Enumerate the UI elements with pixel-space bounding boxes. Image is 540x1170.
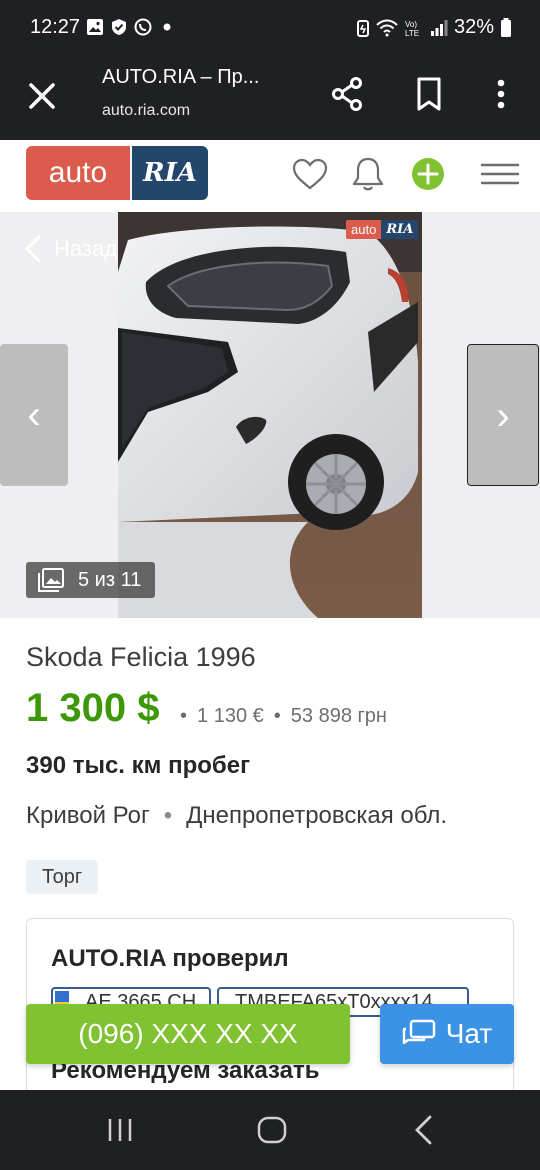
system-nav-bar [0,1090,540,1170]
status-time: 12:27 [30,16,81,38]
city: Кривой Рог [26,802,150,829]
bookmark-icon[interactable] [410,74,450,114]
shield-icon [112,19,126,35]
more-menu-icon[interactable] [484,74,518,114]
bullet: • [163,802,173,829]
chat-label: Чат [445,1018,493,1049]
price-alternatives: • 1 130 € • 53 898 грн [180,705,387,728]
browser-toolbar: AUTO.RIA – Пр... auto.ria.com [0,56,540,140]
battery-percent: 32% [453,16,494,38]
photo-watermark: auto RIA [346,220,419,239]
notifications-bell-icon[interactable] [348,154,388,194]
close-icon[interactable] [22,76,62,116]
viber-icon [134,18,152,36]
home-icon[interactable] [252,1110,292,1150]
photo-counter: 5 из 11 [26,562,156,598]
price-eur: 1 130 € [197,705,264,727]
price-uah: 53 898 грн [290,705,387,727]
watermark-ria: RIA [381,220,419,239]
check-card-title: AUTO.RIA проверил [51,945,289,972]
battery-icon [501,17,511,37]
battery-saver-icon [356,19,369,37]
region: Днепропетровская обл. [186,802,448,829]
site-header: auto RIA [0,140,540,212]
price-usd: 1 300 $ [26,686,160,730]
page-title: AUTO.RIA – Пр... [102,66,260,88]
photo-gallery[interactable]: auto RIA Назад ‹ › 5 из 11 [0,212,540,618]
watermark-auto: auto [346,220,382,239]
status-bar: 12:27 Vo) LTE 32% [0,0,540,56]
add-listing-plus-icon[interactable] [408,154,448,194]
svg-text:LTE: LTE [405,29,419,37]
dot-icon [163,23,171,31]
next-photo-button[interactable]: › [467,344,539,486]
back-nav-icon[interactable] [404,1110,444,1150]
signal-icon [430,19,448,36]
logo-ria-part: RIA [132,146,208,200]
bullet: • [273,705,281,727]
prev-photo-button[interactable]: ‹ [0,344,68,486]
share-icon[interactable] [328,74,368,114]
mileage: 390 тыс. км пробег [26,752,251,779]
chat-button[interactable]: Чат [380,1004,514,1064]
recent-apps-icon[interactable] [100,1110,140,1150]
svg-text:Vo): Vo) [405,20,417,29]
car-photo[interactable] [118,212,422,618]
listing-title: Skoda Felicia 1996 [26,642,256,672]
back-label: Назад [54,236,118,261]
wifi-icon [376,19,398,36]
page-url: auto.ria.com [102,102,191,119]
logo-auto-part: auto [26,146,130,200]
location: Кривой Рог • Днепропетровская обл. [26,802,447,830]
call-button[interactable]: (096) XXX XX XX [26,1004,350,1064]
hamburger-menu-icon[interactable] [478,154,522,194]
status-right: Vo) LTE 32% [356,16,512,39]
bargain-tag: Торг [26,860,99,894]
gallery-icon [87,19,103,35]
back-link[interactable]: Назад [24,234,117,264]
chat-icon [402,1019,435,1045]
chevron-left-icon [24,235,41,263]
favorites-heart-icon[interactable] [290,154,330,194]
photos-icon [38,568,64,592]
bullet: • [180,705,188,727]
notification-icons [86,18,176,36]
photo-counter-text: 5 из 11 [78,568,142,591]
volte-icon: Vo)LTE [405,20,419,37]
